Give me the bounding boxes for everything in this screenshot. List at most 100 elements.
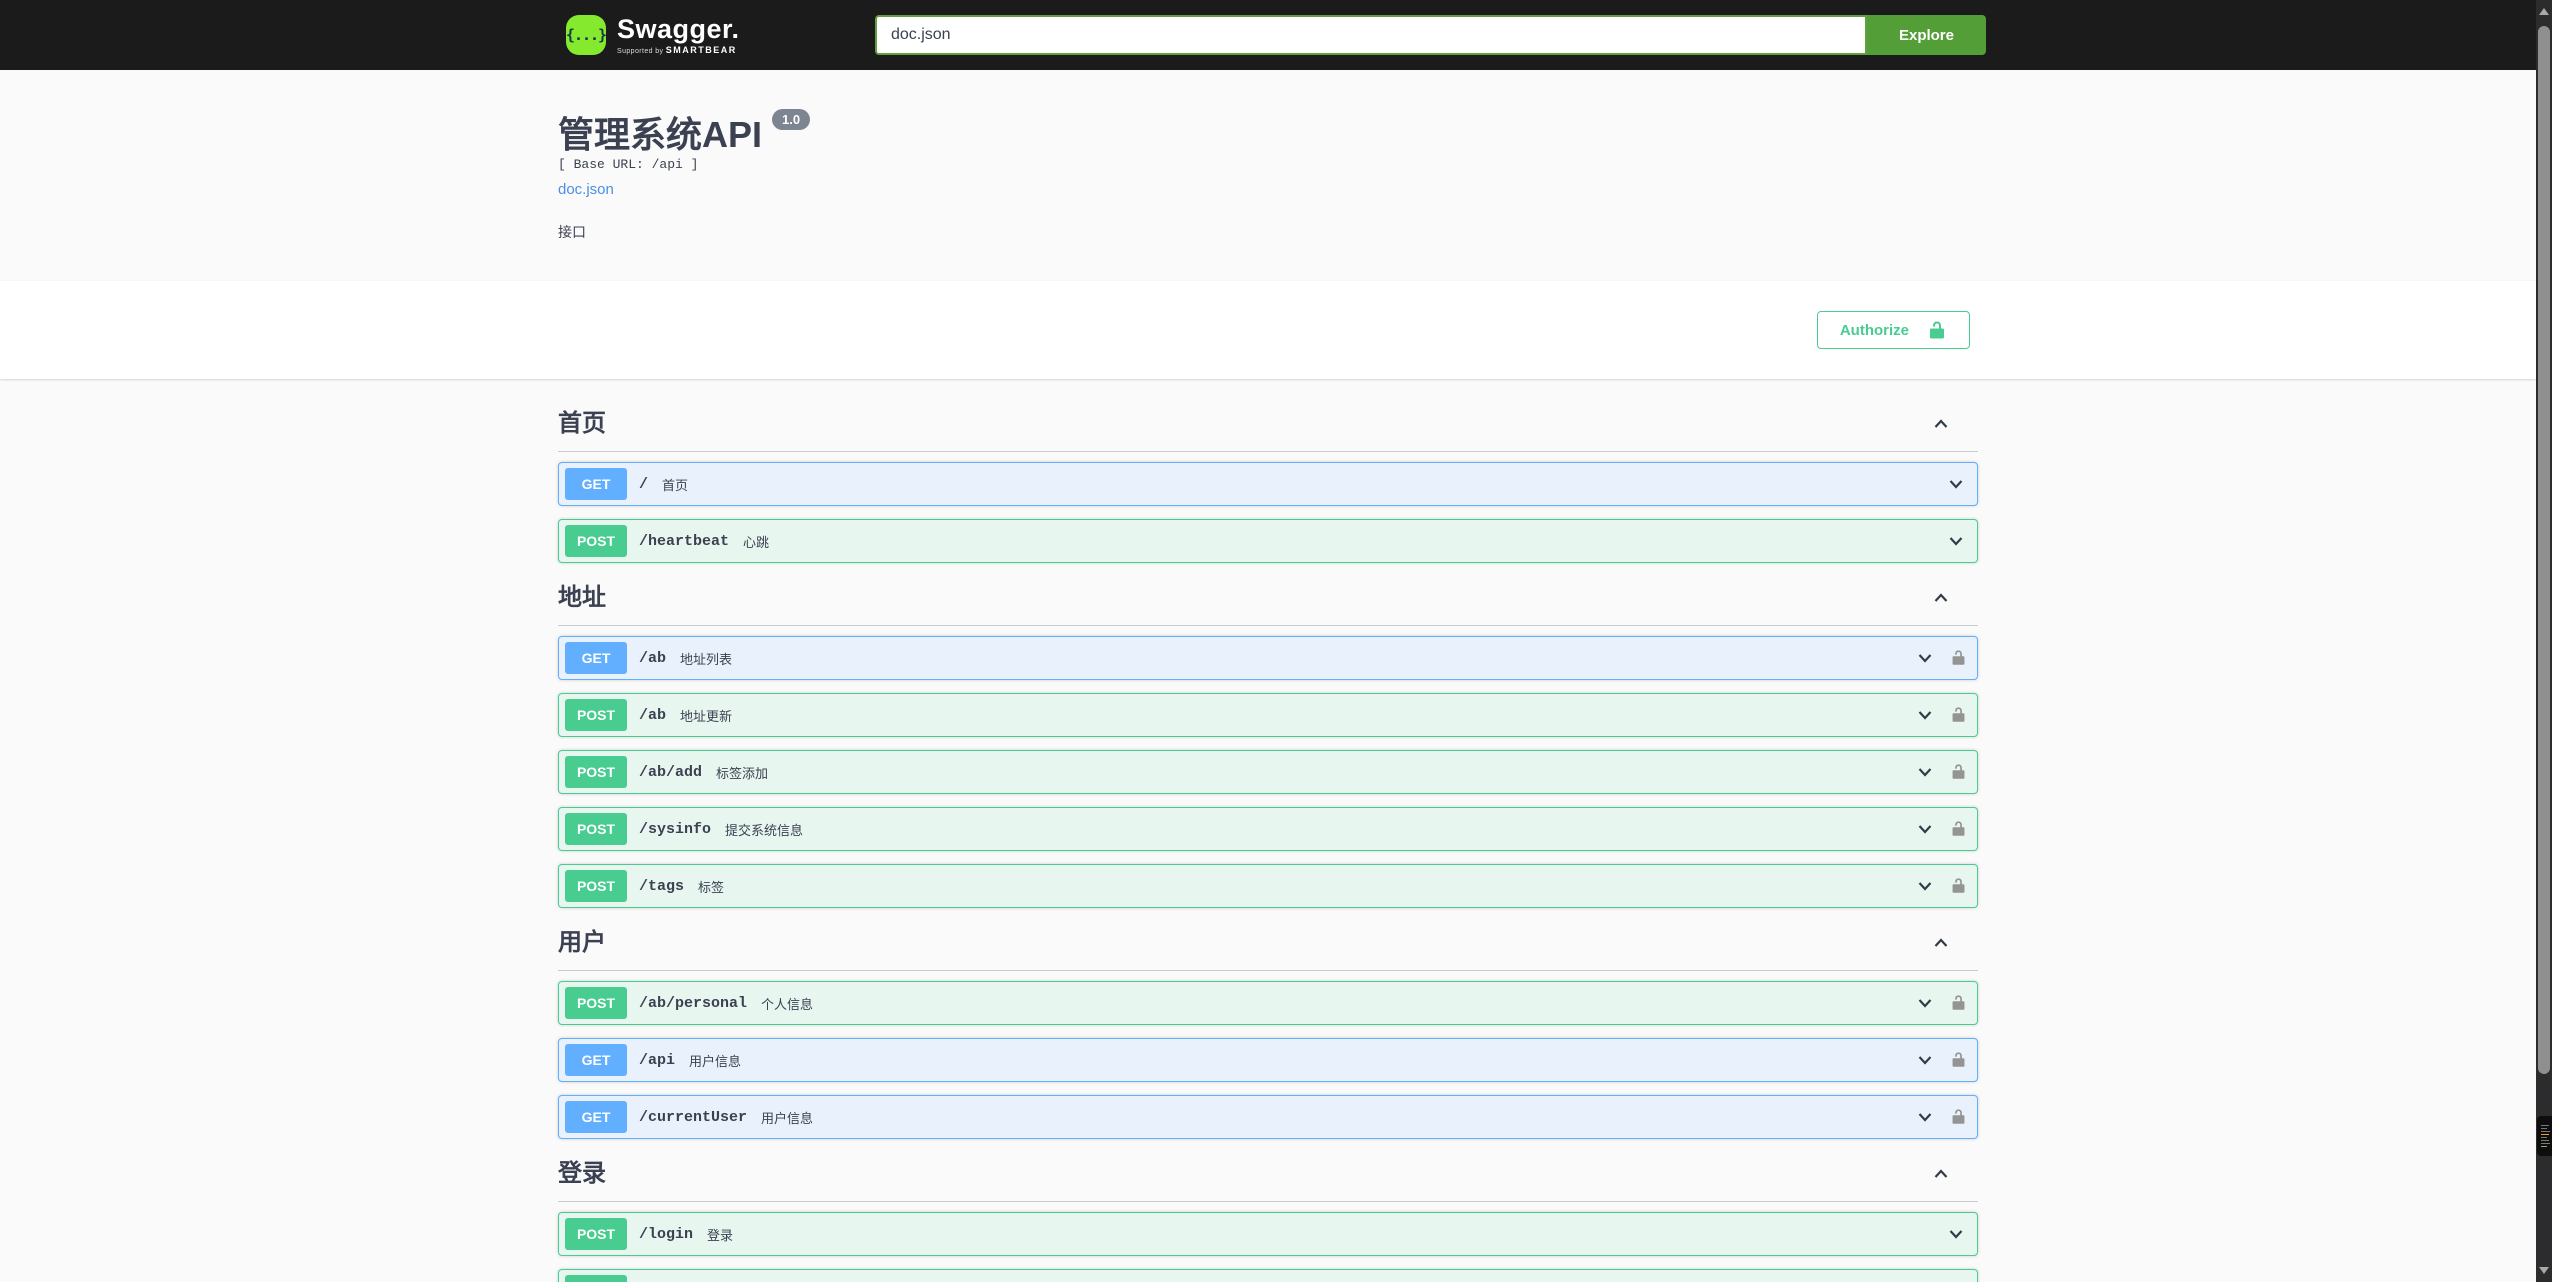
- chevron-down-icon[interactable]: [1914, 875, 1936, 897]
- operation-path: /ab: [639, 649, 667, 667]
- section-operations: GET / 首页 POST /heartbeat 心跳: [558, 462, 1978, 563]
- supported-by-label: Supported by SMARTBEAR: [617, 44, 737, 55]
- lock-icon[interactable]: [1950, 820, 1967, 838]
- operation-controls: [1914, 992, 1967, 1014]
- operation-controls: [1945, 473, 1967, 495]
- api-tag-section: 首页 GET / 首页 POST /heartbeat 心跳: [558, 403, 1978, 563]
- triangle-down-icon: [2539, 1266, 2549, 1274]
- lock-icon[interactable]: [1950, 763, 1967, 781]
- chevron-down-icon[interactable]: [1945, 473, 1967, 495]
- operations-list: 首页 GET / 首页 POST /heartbeat 心跳 地址 GET /a…: [0, 379, 2536, 1282]
- operation-row[interactable]: GET /api 用户信息: [558, 1038, 1978, 1082]
- method-badge: POST: [565, 813, 627, 845]
- explore-form: Explore: [874, 15, 1986, 55]
- section-operations: POST /login 登录 POST /loginrecord 登录记录: [558, 1212, 1978, 1282]
- scroll-down-arrow[interactable]: [2536, 1262, 2552, 1278]
- chevron-up-icon[interactable]: [1930, 932, 1952, 954]
- chevron-down-icon[interactable]: [1945, 1223, 1967, 1245]
- operation-summary: 提交系统信息: [725, 822, 804, 838]
- base-url: [ Base URL: /api ]: [558, 157, 699, 172]
- operation-controls: [1914, 875, 1967, 897]
- operation-controls: [1945, 1223, 1967, 1245]
- operation-controls: [1914, 1049, 1967, 1071]
- method-badge: POST: [565, 756, 627, 788]
- scrollbar-thumb[interactable]: [2538, 26, 2550, 1074]
- minimap-widget: [2537, 1116, 2552, 1156]
- info-section: 管理系统API 1.0 [ Base URL: /api ] doc.json …: [0, 70, 2536, 281]
- chevron-down-icon[interactable]: [1914, 1049, 1936, 1071]
- lock-icon[interactable]: [1950, 649, 1967, 667]
- api-tag-section: 用户 POST /ab/personal 个人信息 GET /api 用户信息: [558, 922, 1978, 1139]
- swagger-page: {...} Swagger. Supported by SMARTBEAR Ex…: [0, 0, 2552, 1282]
- scroll-up-arrow[interactable]: [2536, 3, 2552, 19]
- topbar: {...} Swagger. Supported by SMARTBEAR Ex…: [0, 0, 2552, 70]
- operation-controls: [1945, 530, 1967, 552]
- operation-row[interactable]: POST /login 登录: [558, 1212, 1978, 1256]
- operation-path: /sysinfo: [639, 820, 712, 838]
- api-description: 接口: [558, 224, 586, 240]
- operation-controls: [1914, 704, 1967, 726]
- chevron-down-icon[interactable]: [1914, 761, 1936, 783]
- operation-path: /: [639, 475, 649, 493]
- operation-controls: [1914, 818, 1967, 840]
- method-badge: GET: [565, 1044, 627, 1076]
- lock-icon[interactable]: [1950, 1108, 1967, 1126]
- operation-path: /heartbeat: [639, 532, 730, 550]
- operation-summary: 心跳: [743, 534, 770, 550]
- chevron-down-icon[interactable]: [1914, 1106, 1936, 1128]
- doc-json-link[interactable]: doc.json: [558, 181, 614, 198]
- method-badge: GET: [565, 642, 627, 674]
- method-badge: GET: [565, 468, 627, 500]
- lock-icon[interactable]: [1950, 877, 1967, 895]
- method-badge: POST: [565, 870, 627, 902]
- swagger-logo[interactable]: {...} Swagger. Supported by SMARTBEAR: [566, 15, 740, 55]
- method-badge: POST: [565, 987, 627, 1019]
- method-badge: POST: [565, 1275, 627, 1282]
- operation-controls: [1914, 761, 1967, 783]
- scrollbar[interactable]: [2536, 0, 2552, 1282]
- swagger-braces-icon: {...}: [566, 15, 607, 55]
- chevron-up-icon[interactable]: [1930, 413, 1952, 435]
- method-badge: POST: [565, 1218, 627, 1250]
- chevron-down-icon[interactable]: [1914, 818, 1936, 840]
- search-input[interactable]: [874, 15, 1867, 55]
- operation-row[interactable]: POST /ab/personal 个人信息: [558, 981, 1978, 1025]
- operation-row[interactable]: POST /ab 地址更新: [558, 693, 1978, 737]
- chevron-down-icon[interactable]: [1945, 530, 1967, 552]
- section-operations: GET /ab 地址列表 POST /ab 地址更新 POST /ab/add …: [558, 636, 1978, 908]
- method-badge: GET: [565, 1101, 627, 1133]
- lock-icon[interactable]: [1950, 706, 1967, 724]
- operation-row[interactable]: POST /sysinfo 提交系统信息: [558, 807, 1978, 851]
- operation-controls: [1914, 647, 1967, 669]
- section-header[interactable]: 地址: [558, 577, 1978, 626]
- chevron-up-icon[interactable]: [1930, 587, 1952, 609]
- operation-summary: 用户信息: [689, 1053, 742, 1069]
- operation-row[interactable]: POST /tags 标签: [558, 864, 1978, 908]
- section-title: 地址: [558, 584, 606, 611]
- operation-summary: 标签: [698, 879, 725, 895]
- explore-button[interactable]: Explore: [1866, 15, 1986, 55]
- operation-row[interactable]: POST /loginrecord 登录记录: [558, 1269, 1978, 1282]
- authorize-button[interactable]: Authorize: [1816, 311, 1970, 349]
- lock-icon[interactable]: [1950, 1051, 1967, 1069]
- operation-row[interactable]: POST /ab/add 标签添加: [558, 750, 1978, 794]
- chevron-down-icon[interactable]: [1914, 704, 1936, 726]
- section-header[interactable]: 首页: [558, 403, 1978, 452]
- method-badge: POST: [565, 525, 627, 557]
- section-header[interactable]: 登录: [558, 1153, 1978, 1202]
- operation-row[interactable]: GET /currentUser 用户信息: [558, 1095, 1978, 1139]
- section-header[interactable]: 用户: [558, 922, 1978, 971]
- chevron-down-icon[interactable]: [1914, 647, 1936, 669]
- lock-icon[interactable]: [1950, 994, 1967, 1012]
- operation-row[interactable]: GET / 首页: [558, 462, 1978, 506]
- page-title: 管理系统API 1.0: [558, 109, 1978, 155]
- chevron-up-icon[interactable]: [1930, 1163, 1952, 1185]
- section-title: 首页: [558, 410, 606, 437]
- operation-summary: 用户信息: [761, 1110, 814, 1126]
- operation-row[interactable]: GET /ab 地址列表: [558, 636, 1978, 680]
- operation-path: /ab/personal: [639, 994, 748, 1012]
- operation-path: /ab: [639, 706, 667, 724]
- operation-path: /api: [639, 1051, 676, 1069]
- chevron-down-icon[interactable]: [1914, 992, 1936, 1014]
- operation-row[interactable]: POST /heartbeat 心跳: [558, 519, 1978, 563]
